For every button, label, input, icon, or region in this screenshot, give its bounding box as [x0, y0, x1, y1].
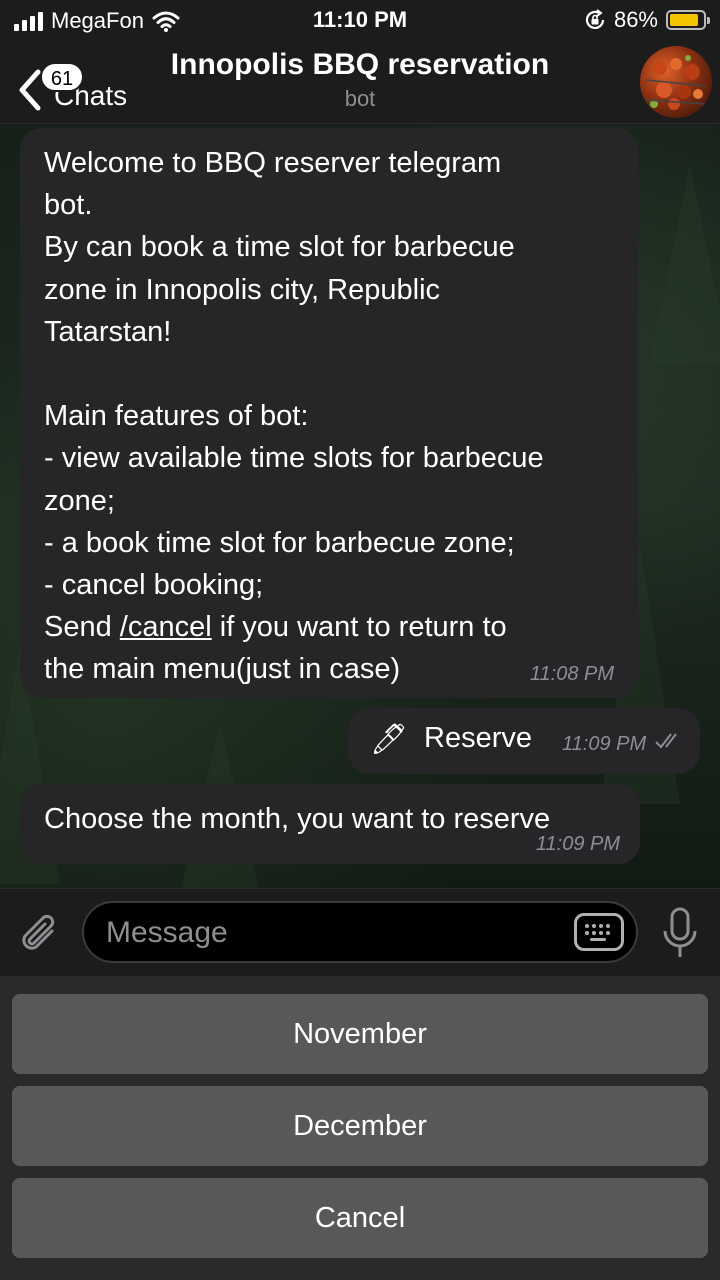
- incoming-message-choose-month[interactable]: Choose the month, you want to reserve 11…: [20, 784, 640, 864]
- incoming-message-welcome[interactable]: Welcome to BBQ reserver telegram bot. By…: [20, 128, 638, 698]
- message-text: Welcome to BBQ reserver telegram bot. By…: [44, 142, 614, 691]
- battery-icon: [666, 10, 710, 30]
- december-button[interactable]: December: [12, 1086, 708, 1166]
- november-button[interactable]: November: [12, 994, 708, 1074]
- message-time: 11:09 PM: [535, 833, 620, 855]
- outgoing-message-reserve[interactable]: 🖊 Reserve 11:09 PM: [348, 708, 700, 774]
- message-input-bar: [0, 888, 720, 976]
- bot-reply-keyboard: November December Cancel: [0, 976, 720, 1280]
- wallpaper-tree: [650, 164, 720, 364]
- message-text: Choose the month, you want to reserve: [44, 803, 551, 835]
- keyboard-icon[interactable]: [574, 913, 624, 951]
- battery-percent: 86%: [613, 7, 658, 32]
- read-checkmarks-icon: [655, 733, 677, 749]
- pen-icon: 🖊: [370, 723, 409, 756]
- orientation-lock-icon: [585, 9, 605, 29]
- cancel-button[interactable]: Cancel: [12, 1178, 708, 1258]
- message-input[interactable]: [106, 911, 566, 955]
- status-right: 86%: [584, 7, 710, 33]
- message-text-part: Welcome to BBQ reserver telegram bot. By…: [44, 147, 544, 644]
- microphone-icon[interactable]: [660, 907, 700, 961]
- status-bar: MegaFon 11:10 PM 86%: [0, 0, 720, 40]
- message-text: Reserve: [424, 722, 532, 754]
- message-time: 11:09 PM: [562, 733, 647, 755]
- battery-fill: [670, 14, 698, 26]
- paperclip-icon[interactable]: [18, 909, 62, 959]
- bbq-avatar: [645, 55, 707, 110]
- chat-history[interactable]: Welcome to BBQ reserver telegram bot. By…: [0, 124, 720, 888]
- chat-header: Chats 61 Innopolis BBQ reservation bot: [0, 40, 720, 124]
- bot-avatar[interactable]: [640, 46, 712, 118]
- chat-subtitle: bot: [344, 86, 376, 111]
- message-input-container[interactable]: [82, 901, 638, 963]
- cancel-command-link[interactable]: /cancel: [120, 611, 212, 643]
- message-time: 11:08 PM: [529, 663, 614, 685]
- chat-title: Innopolis BBQ reservation: [170, 48, 550, 81]
